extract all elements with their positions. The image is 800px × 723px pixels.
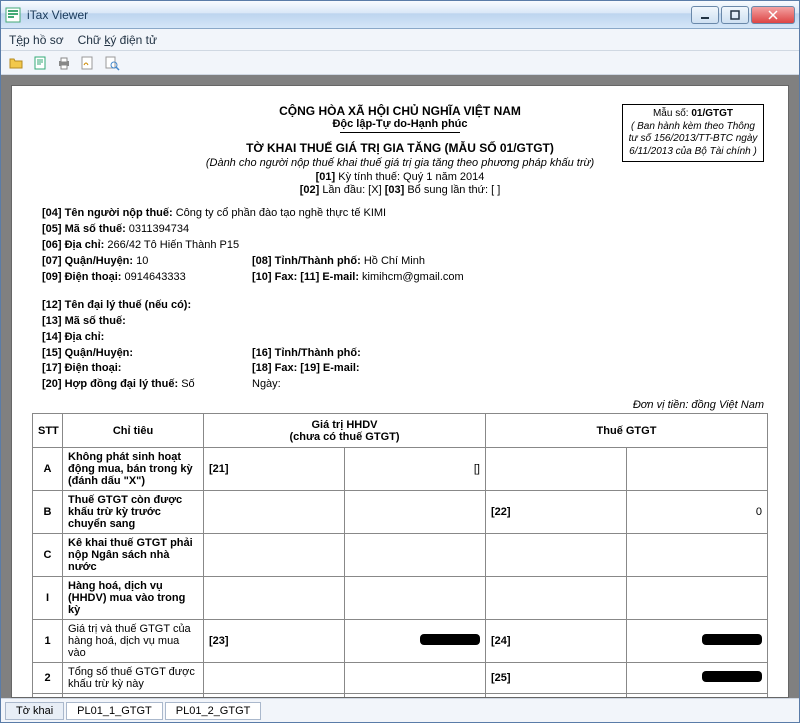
table-row: 1Giá trị và thuế GTGT của hàng hoá, dịch…	[33, 620, 768, 663]
maximize-button[interactable]	[721, 6, 749, 24]
table-row: BThuế GTGT còn được khấu trừ kỳ trước ch…	[33, 491, 768, 534]
tax-period: [01] Kỳ tính thuế: Quý 1 năm 2014	[32, 171, 768, 183]
submission-type: [02] Lần đầu: [X] [03] Bổ sung lần thứ: …	[32, 184, 768, 196]
redacted-value	[702, 671, 762, 682]
redacted-value	[420, 634, 480, 645]
table-row: IIHàng hoá, dịch vụ bán ra trong kỳ	[33, 694, 768, 698]
sign-icon[interactable]	[79, 54, 97, 72]
open-icon[interactable]	[7, 54, 25, 72]
table-row: IHàng hoá, dịch vụ (HHDV) mua vào trong …	[33, 577, 768, 620]
menubar: Tệp hồ sơ Chữ ký điện tử	[1, 29, 799, 51]
agent-info: [12] Tên đại lý thuế (nếu có): [13] Mã s…	[42, 298, 768, 394]
app-window: iTax Viewer Tệp hồ sơ Chữ ký điện tử Mẫu…	[0, 0, 800, 723]
tab-pl01-1[interactable]: PL01_1_GTGT	[66, 702, 163, 720]
col-chitieu: Chỉ tiêu	[63, 414, 204, 448]
print-icon[interactable]	[55, 54, 73, 72]
sheet-tabs: Tờ khai PL01_1_GTGT PL01_2_GTGT	[1, 698, 799, 722]
col-stt: STT	[33, 414, 63, 448]
close-button[interactable]	[751, 6, 795, 24]
document-page: Mẫu số: 01/GTGT ( Ban hành kèm theo Thôn…	[11, 85, 789, 698]
tab-tokhai[interactable]: Tờ khai	[5, 702, 64, 720]
minimize-button[interactable]	[691, 6, 719, 24]
document-viewport: Mẫu số: 01/GTGT ( Ban hành kèm theo Thôn…	[1, 75, 799, 698]
col-thue-gtgt: Thuế GTGT	[486, 414, 768, 448]
form-stamp: Mẫu số: 01/GTGT ( Ban hành kèm theo Thôn…	[622, 104, 764, 162]
table-row: 2Tổng số thuế GTGT được khấu trừ kỳ này[…	[33, 663, 768, 694]
titlebar: iTax Viewer	[1, 1, 799, 29]
redacted-value	[702, 634, 762, 645]
toolbar	[1, 51, 799, 75]
tax-table: STT Chỉ tiêu Giá trị HHDV(chưa có thuế G…	[32, 413, 768, 698]
export-icon[interactable]	[31, 54, 49, 72]
menu-signature[interactable]: Chữ ký điện tử	[78, 33, 157, 47]
search-icon[interactable]	[103, 54, 121, 72]
col-value-hhdv: Giá trị HHDV(chưa có thuế GTGT)	[204, 414, 486, 448]
window-title: iTax Viewer	[27, 8, 689, 22]
currency-unit: Đơn vị tiền: đồng Việt Nam	[32, 399, 764, 411]
table-row: AKhông phát sinh hoạt động mua, bán tron…	[33, 448, 768, 491]
menu-file[interactable]: Tệp hồ sơ	[9, 33, 64, 47]
table-row: CKê khai thuế GTGT phải nộp Ngân sách nh…	[33, 534, 768, 577]
taxpayer-info: [04] Tên người nộp thuế: Công ty cổ phần…	[42, 206, 768, 286]
tab-pl01-2[interactable]: PL01_2_GTGT	[165, 702, 262, 720]
app-icon	[5, 7, 21, 23]
